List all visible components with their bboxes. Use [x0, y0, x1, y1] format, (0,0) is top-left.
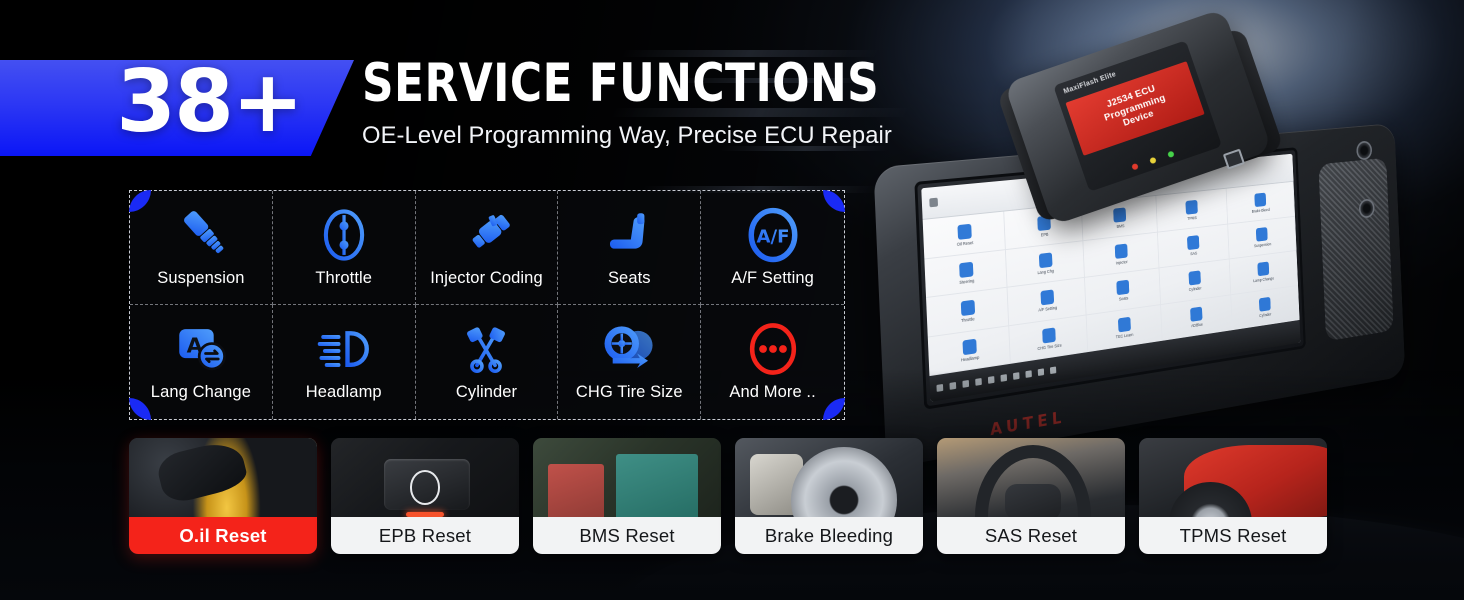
promo-banner: Service Oil Reset EPB BMS TPMS Brake Bleed St… — [0, 0, 1464, 600]
function-cell-throttle[interactable]: Throttle — [273, 191, 416, 305]
function-cell-and-more[interactable]: And More .. — [701, 305, 844, 419]
feature-card-sas-reset[interactable]: SAS Reset — [937, 438, 1125, 554]
function-cell-cylinder[interactable]: Cylinder — [416, 305, 559, 419]
seat-icon — [600, 204, 658, 266]
function-label: Cylinder — [456, 383, 517, 402]
headlamp-icon — [313, 318, 375, 380]
more-dots-icon — [744, 318, 802, 380]
language-change-icon: A — [170, 318, 232, 380]
feature-card-epb-reset[interactable]: EPB Reset — [331, 438, 519, 554]
function-label: Seats — [608, 269, 651, 288]
function-label: A/F Setting — [731, 269, 814, 288]
feature-card-label: EPB Reset — [331, 517, 519, 554]
function-cell-seats[interactable]: Seats — [558, 191, 701, 305]
feature-card-label: SAS Reset — [937, 517, 1125, 554]
function-cell-a-f-setting[interactable]: A/F A/F Setting — [701, 191, 844, 305]
headline: 38+ SERVICE FUNCTIONS OE-Level Programmi… — [0, 60, 1000, 156]
feature-card-label: TPMS Reset — [1139, 517, 1327, 554]
suspension-icon — [170, 204, 232, 266]
function-label: Throttle — [315, 269, 372, 288]
function-label: Injector Coding — [430, 269, 542, 288]
function-label: Suspension — [157, 269, 244, 288]
count-badge: 38+ — [0, 60, 354, 156]
feature-card-label: BMS Reset — [533, 517, 721, 554]
headline-text-block: SERVICE FUNCTIONS OE-Level Programming W… — [362, 56, 962, 150]
throttle-icon — [315, 204, 373, 266]
function-label: CHG Tire Size — [576, 383, 683, 402]
function-cell-injector-coding[interactable]: Injector Coding — [416, 191, 559, 305]
function-cell-lang-change[interactable]: A Lang Change — [130, 305, 273, 419]
feature-card-label: Brake Bleeding — [735, 517, 923, 554]
function-label: And More .. — [729, 383, 815, 402]
function-cell-chg-tire-size[interactable]: CHG Tire Size — [558, 305, 701, 419]
feature-card-o-il-reset[interactable]: O.il Reset — [129, 438, 317, 554]
injector-icon — [454, 204, 518, 266]
feature-card-row: O.il Reset EPB Reset BMS Reset Brake Bleedi… — [129, 438, 1327, 554]
page-title: SERVICE FUNCTIONS — [362, 56, 914, 112]
feature-card-label: O.il Reset — [129, 517, 317, 554]
feature-card-tpms-reset[interactable]: TPMS Reset — [1139, 438, 1327, 554]
function-label: Lang Change — [151, 383, 251, 402]
function-grid: Suspension Throttle Injector Coding Seat… — [130, 191, 844, 419]
function-cell-suspension[interactable]: Suspension — [130, 191, 273, 305]
function-label: Headlamp — [306, 383, 382, 402]
tire-size-icon — [598, 318, 660, 380]
page-subtitle: OE-Level Programming Way, Precise ECU Re… — [362, 122, 944, 150]
count-badge-number: 38+ — [116, 59, 354, 145]
svg-text:A/F: A/F — [756, 226, 789, 247]
feature-card-brake-bleeding[interactable]: Brake Bleeding — [735, 438, 923, 554]
feature-card-bms-reset[interactable]: BMS Reset — [533, 438, 721, 554]
af-setting-icon: A/F — [744, 204, 802, 266]
service-functions-panel: Suspension Throttle Injector Coding Seat… — [129, 190, 845, 420]
function-cell-headlamp[interactable]: Headlamp — [273, 305, 416, 419]
cylinder-icon — [456, 318, 516, 380]
